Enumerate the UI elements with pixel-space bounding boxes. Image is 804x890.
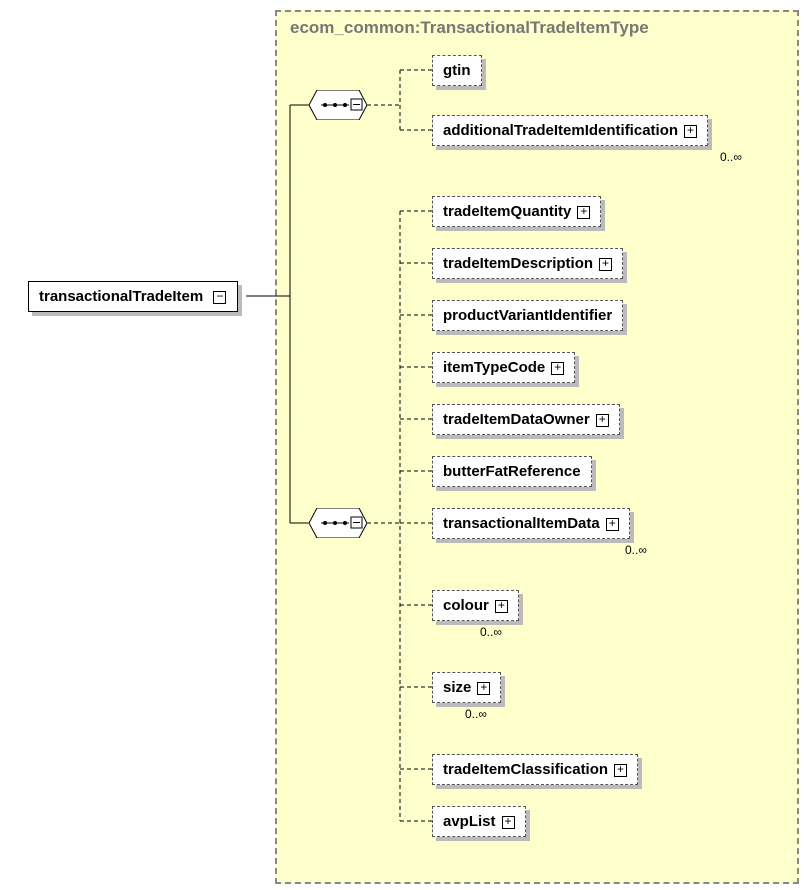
element-label: avpList [443, 813, 496, 830]
element-label: transactionalItemData [443, 515, 600, 532]
sequence-compositor[interactable] [309, 508, 367, 538]
expand-icon[interactable]: + [599, 258, 612, 271]
sequence-compositor[interactable] [309, 90, 367, 120]
element-node: tradeItemQuantity + [432, 196, 601, 227]
element-root: transactionalTradeItem − [28, 281, 238, 312]
expand-icon[interactable]: + [551, 362, 564, 375]
element-label: productVariantIdentifier [443, 307, 612, 324]
expand-icon[interactable]: + [577, 206, 590, 219]
element-label: tradeItemClassification [443, 761, 608, 778]
element-label: tradeItemQuantity [443, 203, 571, 220]
expand-icon[interactable]: + [502, 816, 515, 829]
element-node: butterFatReference [432, 456, 592, 487]
element-label: additionalTradeItemIdentification [443, 122, 678, 139]
occurrence-label: 0..∞ [720, 150, 742, 164]
expand-icon[interactable]: + [495, 600, 508, 613]
element-node: colour + [432, 590, 519, 621]
element-label: butterFatReference [443, 463, 581, 480]
element-label: itemTypeCode [443, 359, 545, 376]
expand-icon[interactable]: + [596, 414, 609, 427]
element-node: tradeItemDataOwner + [432, 404, 620, 435]
element-node: avpList + [432, 806, 526, 837]
expand-icon[interactable]: + [477, 682, 490, 695]
collapse-icon[interactable]: − [213, 291, 226, 304]
element-node: tradeItemClassification + [432, 754, 638, 785]
element-label: tradeItemDescription [443, 255, 593, 272]
element-node: transactionalItemData + [432, 508, 630, 539]
element-node: productVariantIdentifier [432, 300, 623, 331]
element-node: size + [432, 672, 501, 703]
element-node: tradeItemDescription + [432, 248, 623, 279]
occurrence-label: 0..∞ [625, 543, 647, 557]
expand-icon[interactable]: + [614, 764, 627, 777]
element-label: transactionalTradeItem [39, 288, 203, 305]
element-label: size [443, 679, 471, 696]
type-label: ecom_common:TransactionalTradeItemType [290, 18, 649, 38]
element-node: gtin [432, 55, 482, 86]
element-label: colour [443, 597, 489, 614]
occurrence-label: 0..∞ [465, 707, 487, 721]
element-label: tradeItemDataOwner [443, 411, 590, 428]
occurrence-label: 0..∞ [480, 625, 502, 639]
element-label: gtin [443, 62, 471, 79]
expand-icon[interactable]: + [606, 518, 619, 531]
element-node: itemTypeCode + [432, 352, 575, 383]
element-node: additionalTradeItemIdentification + [432, 115, 708, 146]
expand-icon[interactable]: + [684, 125, 697, 138]
